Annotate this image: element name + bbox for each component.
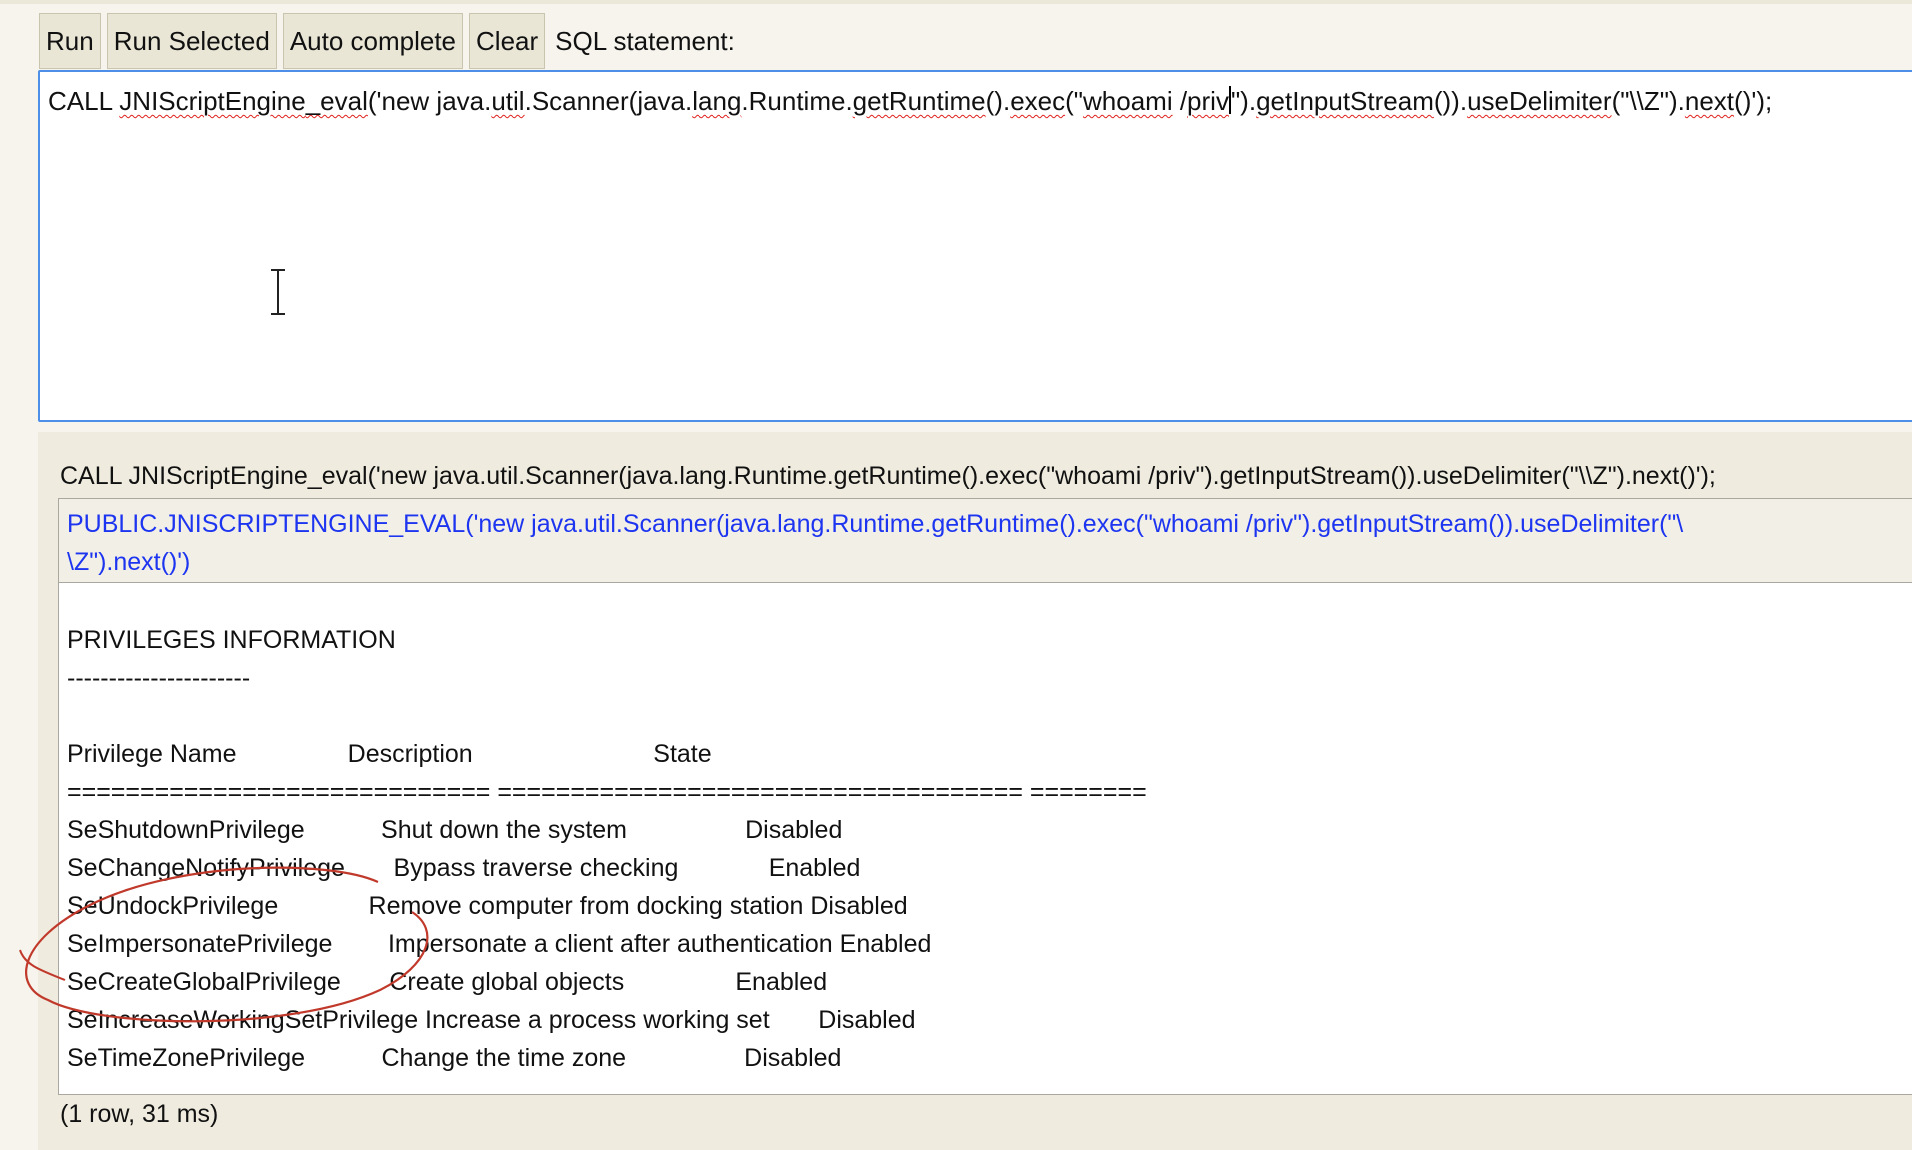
output-line: Privilege Name Description State [67, 740, 712, 768]
spellcheck-mark: _eval [305, 86, 368, 116]
output-line: ============================= ==========… [67, 778, 1147, 806]
sql-editor[interactable]: CALL JNIScriptEngine_eval('new java.util… [38, 70, 1912, 422]
spellcheck-mark: next [1684, 86, 1735, 116]
text-caret [1228, 86, 1231, 114]
output-line: SeCreateGlobalPrivilege Create global ob… [67, 968, 828, 996]
result-cell: PRIVILEGES INFORMATION ------------------… [59, 583, 1912, 1077]
spellcheck-mark: whoami [1083, 86, 1173, 116]
output-line: SeImpersonatePrivilege Impersonate a cli… [67, 930, 932, 958]
result-table: PUBLIC.JNISCRIPTENGINE_EVAL('new java.ut… [58, 498, 1912, 1095]
output-line: PRIVILEGES INFORMATION [67, 626, 396, 654]
sql-statement-label: SQL statement: [555, 25, 735, 56]
output-line: SeChangeNotifyPrivilege Bypass traverse … [67, 854, 861, 882]
spellcheck-mark: useDelimiter [1467, 86, 1612, 116]
text-cursor-icon [271, 269, 285, 315]
output-line: SeUndockPrivilege Remove computer from d… [67, 892, 908, 920]
spellcheck-mark: getRuntime [852, 86, 986, 116]
spellcheck-mark: exec [1010, 86, 1066, 116]
spellcheck-mark: lang [692, 86, 742, 116]
run-selected-button[interactable]: Run Selected [106, 13, 277, 69]
output-line: ---------------------- [67, 664, 251, 692]
spellcheck-mark: getInputStream [1256, 86, 1434, 116]
top-strip [0, 0, 1912, 4]
output-line: SeShutdownPrivilege Shut down the system… [67, 816, 843, 844]
executed-statement: CALL JNIScriptEngine_eval('new java.util… [60, 462, 1716, 490]
clear-button[interactable]: Clear [469, 13, 546, 69]
row-count-status: (1 row, 31 ms) [60, 1100, 219, 1128]
column-header: PUBLIC.JNISCRIPTENGINE_EVAL('new java.ut… [59, 499, 1912, 583]
column-header-line2: \Z").next()') [67, 548, 191, 576]
run-button[interactable]: Run [39, 13, 101, 69]
spellcheck-mark: JNIScriptEngine [119, 86, 306, 116]
spellcheck-mark: priv [1187, 86, 1229, 116]
auto-complete-button[interactable]: Auto complete [282, 13, 464, 69]
spellcheck-mark: util [491, 86, 525, 116]
output-line: SeTimeZonePrivilege Change the time zone… [67, 1044, 842, 1072]
output-line: SeIncreaseWorkingSetPrivilege Increase a… [67, 1006, 916, 1034]
toolbar: Run Run Selected Auto complete Clear SQL… [39, 13, 735, 69]
column-header-line1: PUBLIC.JNISCRIPTENGINE_EVAL('new java.ut… [67, 510, 1684, 538]
